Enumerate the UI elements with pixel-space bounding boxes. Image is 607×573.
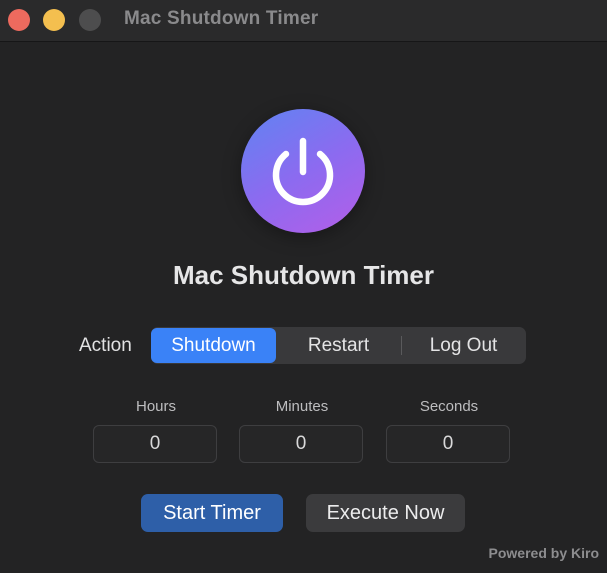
app-heading: Mac Shutdown Timer	[173, 260, 434, 290]
power-icon	[241, 109, 365, 233]
segment-shutdown[interactable]: Shutdown	[151, 328, 276, 363]
minutes-input[interactable]: 0	[239, 425, 363, 463]
title-bar: Mac Shutdown Timer	[0, 0, 607, 42]
app-window: Mac Shutdown Timer Mac Shutdown Timer Ac…	[0, 0, 607, 573]
hours-label: Hours	[135, 398, 176, 415]
close-window-button[interactable]	[8, 9, 30, 31]
powered-by-footer: Powered by Kiro	[488, 545, 599, 561]
hours-input[interactable]: 0	[93, 425, 217, 463]
zoom-window-button[interactable]	[79, 9, 101, 31]
window-title: Mac Shutdown Timer	[124, 8, 319, 29]
action-segmented-control: Shutdown Restart Log Out	[151, 327, 526, 364]
seconds-label: Seconds	[419, 398, 479, 415]
action-label: Action	[79, 335, 132, 356]
execute-now-button[interactable]: Execute Now	[306, 494, 465, 532]
seconds-input[interactable]: 0	[386, 425, 510, 463]
start-timer-button[interactable]: Start Timer	[141, 494, 283, 532]
minimize-window-button[interactable]	[43, 9, 65, 31]
minutes-label: Minutes	[275, 398, 329, 415]
segment-restart[interactable]: Restart	[276, 328, 401, 363]
segment-log-out[interactable]: Log Out	[401, 328, 526, 363]
